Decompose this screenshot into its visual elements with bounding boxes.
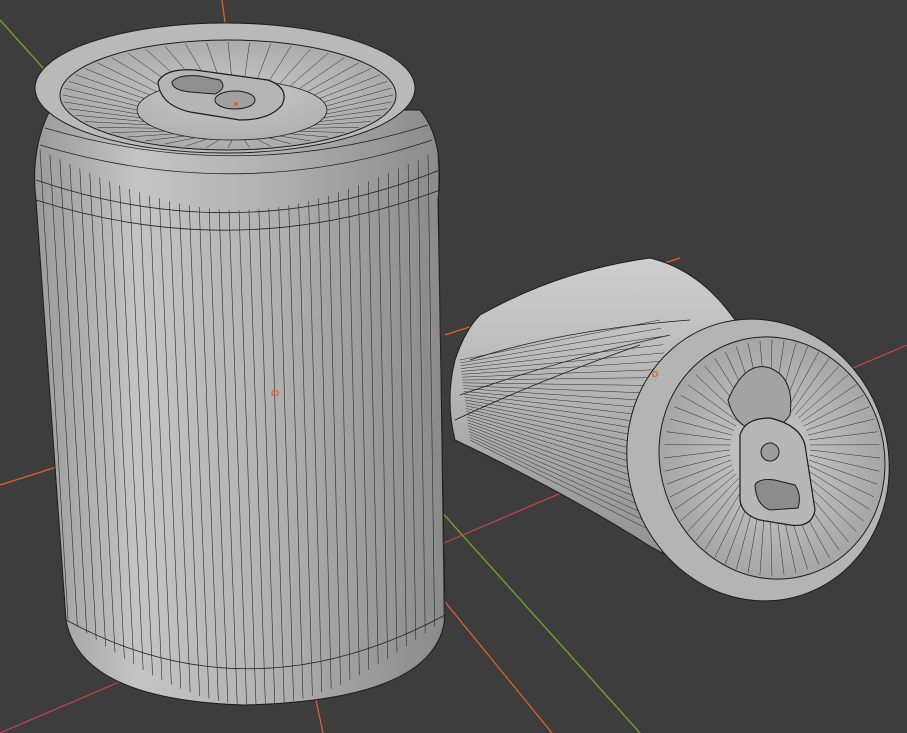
viewport-canvas[interactable] bbox=[0, 0, 907, 733]
upright-can-top-origin-dot bbox=[234, 102, 238, 106]
selected-edge-bottom bbox=[315, 699, 324, 733]
upright-can-mesh[interactable] bbox=[34, 22, 446, 706]
3d-viewport[interactable] bbox=[0, 0, 907, 733]
crushed-can-rivet bbox=[760, 442, 780, 462]
crushed-can-mesh[interactable] bbox=[449, 257, 907, 635]
upright-can-rivet bbox=[214, 90, 256, 110]
upright-can-body[interactable] bbox=[34, 109, 446, 706]
